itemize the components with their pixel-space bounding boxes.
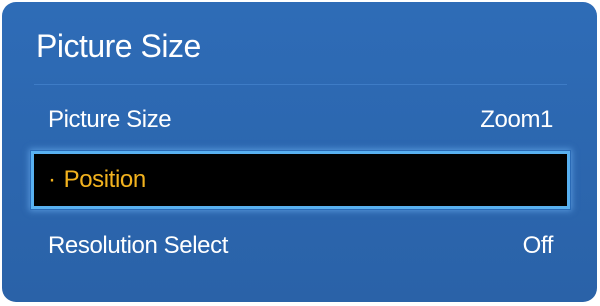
menu-item-resolution-select[interactable]: Resolution Select Off (34, 224, 567, 268)
picture-size-menu-panel: Picture Size Picture Size Zoom1 · Positio… (2, 2, 597, 302)
menu-item-label: Resolution Select (48, 232, 228, 259)
bullet-icon: · (48, 166, 56, 193)
menu-item-label: Position (63, 166, 147, 193)
menu-item-value: Zoom1 (480, 106, 553, 133)
menu-title: Picture Size (36, 28, 201, 64)
menu-item-label-wrapper: · Position (34, 166, 146, 194)
title-divider (34, 84, 567, 85)
menu-item-label: Picture Size (48, 106, 172, 133)
menu-item-picture-size[interactable]: Picture Size Zoom1 (34, 98, 567, 142)
menu-item-value: Off (522, 232, 554, 259)
menu-item-position[interactable]: · Position (31, 151, 570, 209)
